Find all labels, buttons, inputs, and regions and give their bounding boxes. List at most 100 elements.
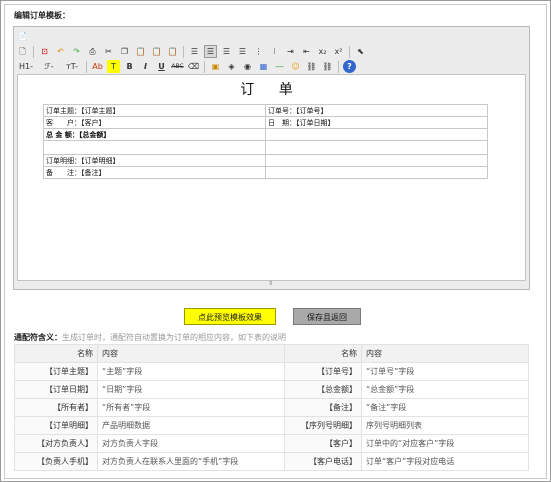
media-icon[interactable]: ◉ [241,60,254,73]
table-cell [265,154,488,167]
image-icon[interactable]: ▣ [209,60,222,73]
horizontal-rule-icon[interactable]: ― [273,60,286,73]
column-header-name: 名称 [284,344,362,363]
table-cell: 【所有者】 [14,398,98,417]
toolbar-row-1: 📄 [16,29,29,44]
table-cell: 序列号明细列表 [361,416,529,435]
unlink-icon[interactable]: ⛓ [321,60,334,73]
align-justify-icon[interactable]: ☰ [236,45,249,58]
column-header-name: 名称 [14,344,98,363]
bgcolor-button[interactable]: T [107,60,120,73]
print-icon[interactable]: ⎙ [86,45,99,58]
outdent-icon[interactable]: ⇤ [300,45,313,58]
rich-text-editor: 📄 🗋 ⊡ ↶ ↷ ⎙ ✂ ❐ 📋 📋 📋 ☰ ☰ ☰ ☰ ⋮ ⁝ ⇥ ⇤ x₂… [13,26,530,290]
paste-word-icon[interactable]: 📋 [166,45,179,58]
strikethrough-button[interactable]: ABC [171,60,184,73]
table-row [43,140,488,155]
forecolor-button[interactable]: Ab [91,60,104,73]
table-cell: 总 金 额：【总金额】 [43,128,266,141]
save-and-return-button[interactable]: 保存且返回 [293,308,361,325]
table-cell: 备 注：【备注】 [43,166,266,179]
table-cell: “主题”字段 [97,362,285,381]
preview-template-button[interactable]: 点此预览模板效果 [184,308,276,325]
undo-icon[interactable]: ↶ [54,45,67,58]
font-family-button[interactable]: ℱ- [39,60,59,73]
table-row: 总 金 额：【总金额】 [43,128,488,141]
link-icon[interactable]: ⛓ [305,60,318,73]
table-cell [265,166,488,179]
column-header-content: 内容 [97,344,285,363]
ordered-list-icon[interactable]: ⋮ [252,45,265,58]
fullscreen-icon[interactable]: ⊡ [38,45,51,58]
new-document-icon[interactable]: 🗋 [16,45,29,58]
table-row: 客 户：【客户】 日 期：【订单日期】 [43,116,488,129]
table-cell: “总金额”字段 [361,380,529,399]
help-button[interactable]: ? [343,60,356,73]
table-cell: 订单中的“对应客户”字段 [361,434,529,453]
superscript-button[interactable]: x² [332,45,345,58]
cut-icon[interactable]: ✂ [102,45,115,58]
flash-icon[interactable]: ◈ [225,60,238,73]
table-cell: “备注”字段 [361,398,529,417]
table-row: 【订单明细】 产品明细数据 【序列号明细】 序列号明细列表 [14,416,529,435]
table-cell: 产品明细数据 [97,416,285,435]
wildcard-reference-table: 名称 内容 名称 内容 【订单主题】 “主题”字段 【订单号】 “订单号”字段 … [14,344,529,471]
table-cell: 【客户电话】 [284,452,362,471]
paste-text-icon[interactable]: 📋 [150,45,163,58]
table-cell: 【序列号明细】 [284,416,362,435]
indent-icon[interactable]: ⇥ [284,45,297,58]
table-cell: “所有者”字段 [97,398,285,417]
table-row: 【所有者】 “所有者”字段 【备注】 “备注”字段 [14,398,529,417]
redo-icon[interactable]: ↷ [70,45,83,58]
remove-format-icon[interactable]: ⌫ [187,60,200,73]
table-cell: 【总金额】 [284,380,362,399]
table-row: 【订单日期】 “日期”字段 【总金额】 “总金额”字段 [14,380,529,399]
toolbar-row-3: H1- ℱ- тT- Ab T B I U ABC ⌫ ▣ ◈ ◉ ▦ ― ☺ … [16,59,356,74]
align-right-icon[interactable]: ☰ [220,45,233,58]
table-cell: 【订单明细】 [14,416,98,435]
underline-button[interactable]: U [155,60,168,73]
source-code-icon[interactable]: 📄 [16,30,29,43]
subscript-button[interactable]: x₂ [316,45,329,58]
order-template-table: 订单主题：【订单主题】 订单号：【订单号】 客 户：【客户】 日 期：【订单日期… [43,104,488,179]
table-row: 订单主题：【订单主题】 订单号：【订单号】 [43,104,488,117]
bold-button[interactable]: B [123,60,136,73]
table-cell: 【备注】 [284,398,362,417]
table-cell: 【负责人手机】 [14,452,98,471]
italic-button[interactable]: I [139,60,152,73]
toolbar-separator [338,60,339,73]
toolbar-separator [349,45,350,58]
page-heading: 编辑订单模板： [14,11,70,20]
table-cell: 订单“客户”字段对应电话 [361,452,529,471]
table-row: 【对方负责人】 对方负责人字段 【客户】 订单中的“对应客户”字段 [14,434,529,453]
column-header-content: 内容 [361,344,529,363]
emoticon-icon[interactable]: ☺ [289,60,302,73]
select-all-icon[interactable]: ⬉ [354,45,367,58]
heading-button[interactable]: H1- [16,60,36,73]
align-left-icon[interactable]: ☰ [188,45,201,58]
table-cell: 订单主题：【订单主题】 [43,104,266,117]
toolbar-separator [33,45,34,58]
toolbar-row-2: 🗋 ⊡ ↶ ↷ ⎙ ✂ ❐ 📋 📋 📋 ☰ ☰ ☰ ☰ ⋮ ⁝ ⇥ ⇤ x₂ x… [16,44,367,59]
table-cell: 【订单主题】 [14,362,98,381]
editor-resize-handle[interactable]: ⇕ [17,280,524,287]
paste-icon[interactable]: 📋 [134,45,147,58]
table-cell [265,140,488,155]
unordered-list-icon[interactable]: ⁝ [268,45,281,58]
table-row: 备 注：【备注】 [43,166,488,179]
table-cell: 【订单号】 [284,362,362,381]
toolbar-separator [86,60,87,73]
editor-document-area[interactable]: 订 单 订单主题：【订单主题】 订单号：【订单号】 客 户：【客户】 日 期：【… [17,74,526,281]
align-center-icon[interactable]: ☰ [204,45,217,58]
table-cell: “日期”字段 [97,380,285,399]
table-icon[interactable]: ▦ [257,60,270,73]
toolbar-separator [204,60,205,73]
copy-icon[interactable]: ❐ [118,45,131,58]
table-cell [43,140,266,155]
table-row: 订单明细：【订单明细】 [43,154,488,167]
table-cell: 日 期：【订单日期】 [265,116,488,129]
table-cell: 对方负责人字段 [97,434,285,453]
table-cell: 客 户：【客户】 [43,116,266,129]
font-size-button[interactable]: тT- [62,60,82,73]
table-row: 【订单主题】 “主题”字段 【订单号】 “订单号”字段 [14,362,529,381]
